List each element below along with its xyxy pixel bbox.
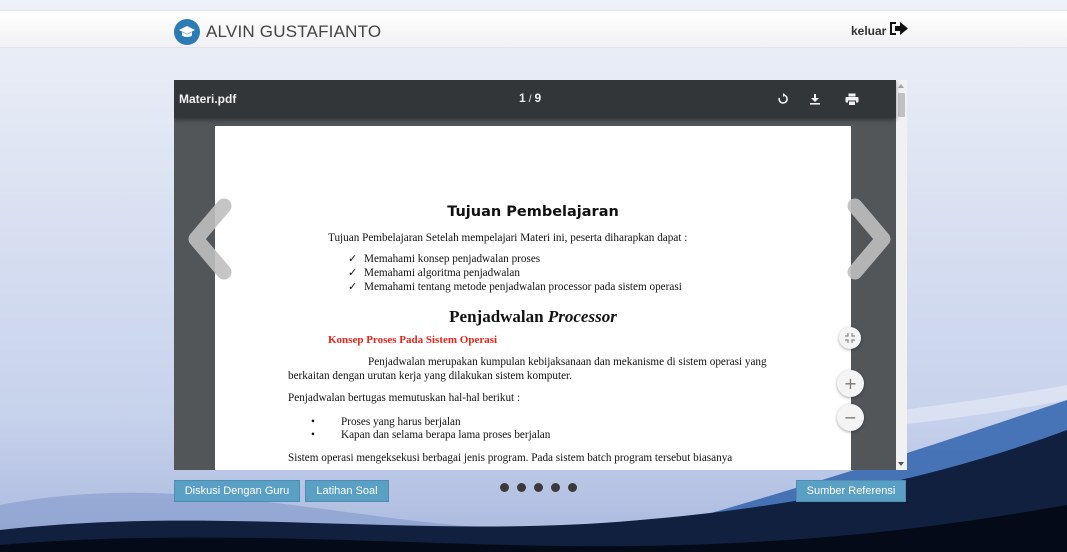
subsection-title: Konsep Proses Pada Sistem Operasi xyxy=(328,334,498,346)
pdf-toolbar: Materi.pdf 1/9 xyxy=(174,80,896,118)
graduation-cap-icon xyxy=(174,19,200,45)
checkmark-icon: ✓ xyxy=(348,253,358,265)
bullet-icon: • xyxy=(311,429,315,441)
carousel-prev-icon[interactable] xyxy=(186,198,236,280)
objective-text: Memahami tentang metode penjadwalan proc… xyxy=(364,281,682,293)
sign-out-icon xyxy=(889,20,909,42)
logout-link[interactable]: keluar xyxy=(851,20,909,42)
checkmark-icon: ✓ xyxy=(348,281,358,293)
download-icon[interactable] xyxy=(806,90,824,108)
print-icon[interactable] xyxy=(843,90,861,108)
document-title: Tujuan Pembelajaran xyxy=(447,204,619,220)
objective-item: ✓ Memahami algoritma penjadwalan xyxy=(348,267,520,280)
objective-text: Memahami konsep penjadwalan proses xyxy=(364,253,541,265)
checkmark-icon: ✓ xyxy=(348,267,358,279)
exercise-button[interactable]: Latihan Soal xyxy=(305,480,389,502)
pdf-file-name: Materi.pdf xyxy=(179,92,237,106)
carousel-indicator[interactable] xyxy=(517,483,526,492)
page-separator: / xyxy=(528,94,532,105)
current-page-number[interactable]: 1 xyxy=(519,91,526,105)
total-pages: 9 xyxy=(534,91,542,105)
intro-text: Tujuan Pembelajaran Setelah mempelajari … xyxy=(328,232,688,244)
pdf-page: Tujuan Pembelajaran Tujuan Pembelajaran … xyxy=(215,126,851,470)
logout-label: keluar xyxy=(851,24,887,38)
reference-sources-button[interactable]: Sumber Referensi xyxy=(796,480,906,502)
bullet-icon: • xyxy=(311,416,315,428)
carousel-indicator[interactable] xyxy=(568,483,577,492)
paragraph: Penjadwalan bertugas memutuskan hal-hal … xyxy=(288,392,521,404)
objective-text: Memahami algoritma penjadwalan xyxy=(364,267,520,279)
paragraph-line: berkaitan dengan urutan kerja yang dilak… xyxy=(288,370,572,382)
task-text: Proses yang harus berjalan xyxy=(341,416,461,428)
discuss-with-teacher-button[interactable]: Diskusi Dengan Guru xyxy=(174,480,300,502)
task-text: Kapan dan selama berapa lama proses berj… xyxy=(341,429,551,441)
carousel-indicator[interactable] xyxy=(551,483,560,492)
fit-page-icon[interactable] xyxy=(839,327,861,349)
carousel-indicators xyxy=(500,483,585,492)
task-item: • Kapan dan selama berapa lama proses ber… xyxy=(311,429,550,442)
scroll-up-icon[interactable] xyxy=(898,84,904,88)
carousel-indicator[interactable] xyxy=(534,483,543,492)
section-title-plain: Penjadwalan xyxy=(449,307,548,326)
carousel-next-icon[interactable] xyxy=(843,198,893,280)
user-name: ALVIN GUSTAFIANTO xyxy=(206,22,382,41)
rotate-icon[interactable] xyxy=(774,90,792,108)
page-counter: 1/9 xyxy=(519,91,541,105)
carousel-indicator[interactable] xyxy=(500,483,509,492)
objective-item: ✓ Memahami konsep penjadwalan proses xyxy=(348,253,540,266)
brand: ALVIN GUSTAFIANTO xyxy=(174,19,381,45)
zoom-in-button[interactable]: + xyxy=(837,370,864,397)
paragraph-line: Penjadwalan merupakan kumpulan kebijaksa… xyxy=(368,356,767,368)
objective-item: ✓ Memahami tentang metode penjadwalan pro… xyxy=(348,281,682,294)
viewer-scrollbar[interactable] xyxy=(896,80,907,470)
top-navbar: ALVIN GUSTAFIANTO keluar xyxy=(0,10,1067,48)
section-title: Penjadwalan Processor xyxy=(215,307,851,327)
scroll-thumb[interactable] xyxy=(898,93,905,117)
pdf-viewer[interactable]: Materi.pdf 1/9 Tujuan Pembelajaran Tujua… xyxy=(174,80,907,470)
paragraph: Sistem operasi mengeksekusi berbagai jen… xyxy=(288,452,733,464)
zoom-out-button[interactable]: − xyxy=(837,404,864,431)
section-title-italic: Processor xyxy=(547,307,617,326)
task-item: • Proses yang harus berjalan xyxy=(311,416,461,429)
scroll-down-icon[interactable] xyxy=(898,462,904,466)
